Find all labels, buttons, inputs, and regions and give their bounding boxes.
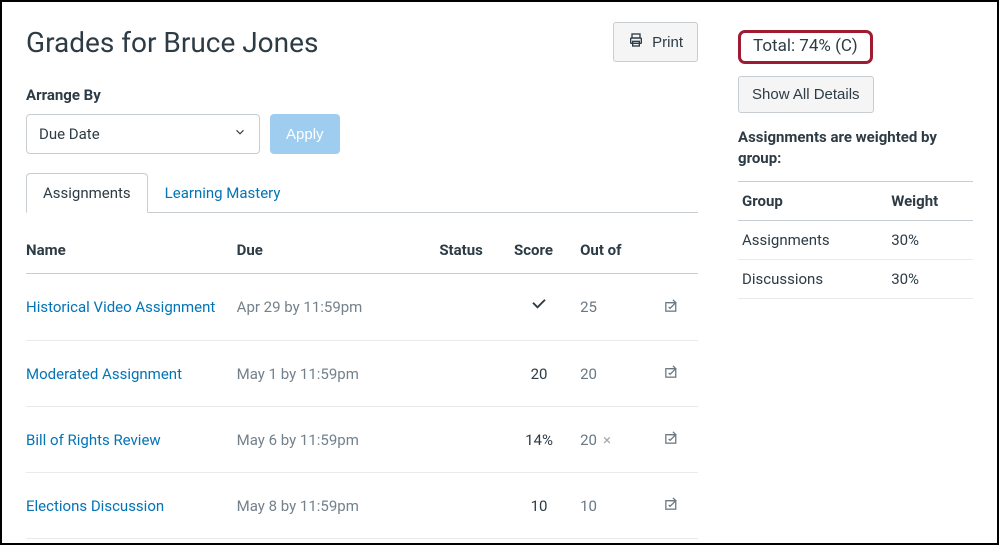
score-cell: 20 (506, 341, 572, 407)
assignment-link[interactable]: Moderated Assignment (26, 365, 182, 383)
outof-cell: 25 (572, 274, 655, 341)
col-action (655, 241, 698, 274)
status-cell (431, 341, 506, 407)
col-status: Status (431, 241, 506, 274)
assignment-link[interactable]: Bill of Rights Review (26, 431, 161, 449)
chevron-down-icon (233, 125, 247, 143)
outof-cell: 10 (572, 473, 655, 539)
tabs: Assignments Learning Mastery (26, 172, 698, 213)
weight-group: Assignments (738, 221, 887, 260)
status-cell (431, 274, 506, 341)
weight-col-group: Group (738, 182, 887, 221)
row-action[interactable] (655, 407, 698, 473)
row-action[interactable] (655, 341, 698, 407)
tab-learning-mastery[interactable]: Learning Mastery (148, 173, 298, 213)
grades-table: Name Due Status Score Out of Historical … (26, 241, 698, 539)
col-name: Name (26, 241, 229, 274)
weight-table: Group Weight Assignments 30% Discussions… (738, 181, 973, 299)
arrange-by-value: Due Date (39, 125, 100, 143)
weighted-by-text: Assignments are weighted by group: (738, 127, 973, 169)
table-header-row: Name Due Status Score Out of (26, 241, 698, 274)
print-icon (628, 32, 644, 52)
table-row: Historical Video Assignment Apr 29 by 11… (26, 274, 698, 341)
due-date: Apr 29 by 11:59pm (229, 274, 432, 341)
score-cell (506, 274, 572, 341)
score-cell: 14% (506, 407, 572, 473)
total-grade-badge: Total: 74% (C) (738, 30, 873, 64)
print-button[interactable]: Print (613, 22, 698, 62)
due-date: May 6 by 11:59pm (229, 407, 432, 473)
arrange-by-label: Arrange By (26, 86, 698, 104)
tab-assignments[interactable]: Assignments (26, 173, 148, 213)
outof-cell: 20× (572, 407, 655, 473)
print-label: Print (652, 34, 683, 51)
weight-value: 30% (887, 221, 973, 260)
row-action[interactable] (655, 473, 698, 539)
weight-header-row: Group Weight (738, 182, 973, 221)
outof-cell: 20 (572, 341, 655, 407)
main-content: Grades for Bruce Jones Print Arrange By … (26, 22, 698, 523)
table-row: Elections Discussion May 8 by 11:59pm 10… (26, 473, 698, 539)
row-action[interactable] (655, 274, 698, 341)
assignment-link[interactable]: Elections Discussion (26, 497, 164, 515)
weight-row: Discussions 30% (738, 260, 973, 299)
check-icon (530, 300, 548, 318)
table-row: Bill of Rights Review May 6 by 11:59pm 1… (26, 407, 698, 473)
header-row: Grades for Bruce Jones Print (26, 22, 698, 62)
weight-value: 30% (887, 260, 973, 299)
col-outof: Out of (572, 241, 655, 274)
arrange-by-select[interactable]: Due Date (26, 114, 260, 154)
status-cell (431, 407, 506, 473)
status-cell (431, 473, 506, 539)
col-due: Due (229, 241, 432, 274)
score-cell: 10 (506, 473, 572, 539)
assignment-link[interactable]: Historical Video Assignment (26, 298, 215, 316)
show-all-details-button[interactable]: Show All Details (738, 76, 874, 113)
due-date: May 1 by 11:59pm (229, 341, 432, 407)
weight-row: Assignments 30% (738, 221, 973, 260)
arrange-row: Due Date Apply (26, 114, 698, 154)
due-date: May 8 by 11:59pm (229, 473, 432, 539)
page-title: Grades for Bruce Jones (26, 26, 318, 59)
apply-button[interactable]: Apply (270, 114, 340, 154)
weight-group: Discussions (738, 260, 887, 299)
col-score: Score (506, 241, 572, 274)
sidebar: Total: 74% (C) Show All Details Assignme… (738, 22, 973, 523)
weight-col-weight: Weight (887, 182, 973, 221)
table-row: Moderated Assignment May 1 by 11:59pm 20… (26, 341, 698, 407)
